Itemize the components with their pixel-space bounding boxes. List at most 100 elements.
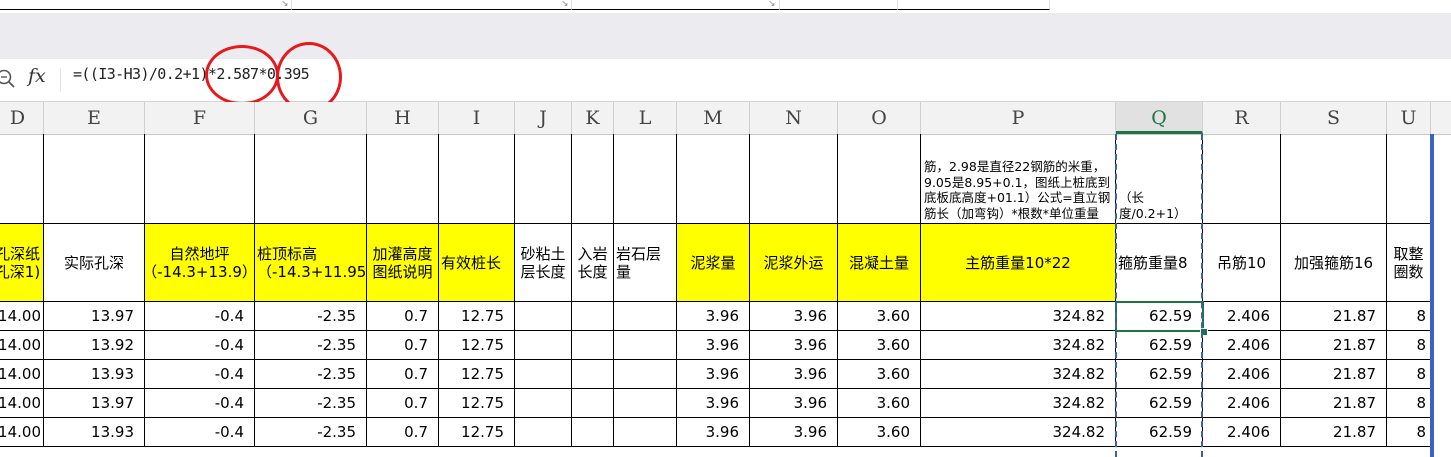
data-cell-n[interactable]: 3.96 bbox=[750, 331, 838, 360]
data-cell-e[interactable]: 13.93 bbox=[44, 360, 145, 389]
data-cell-q[interactable]: 62.59 bbox=[1116, 389, 1203, 418]
note-cell-g[interactable] bbox=[255, 134, 367, 224]
header-cell-k[interactable]: 入岩长度 bbox=[572, 224, 614, 302]
data-cell-u[interactable]: 8 bbox=[1387, 331, 1431, 360]
data-cell-g[interactable]: -2.35 bbox=[255, 302, 367, 331]
header-cell-g[interactable]: 桩顶标高（-14.3+11.95） bbox=[255, 224, 367, 302]
data-cell-k[interactable] bbox=[572, 331, 614, 360]
data-cell-o[interactable]: 3.60 bbox=[838, 418, 921, 447]
header-cell-m[interactable]: 泥浆量 bbox=[677, 224, 750, 302]
data-cell-e[interactable]: 13.92 bbox=[44, 331, 145, 360]
header-cell-h[interactable]: 加灌高度图纸说明 bbox=[367, 224, 439, 302]
data-cell-r[interactable]: 2.406 bbox=[1203, 418, 1281, 447]
data-cell-l[interactable] bbox=[614, 331, 677, 360]
data-cell-m[interactable]: 3.96 bbox=[677, 302, 750, 331]
data-cell-d[interactable]: 14.00 bbox=[0, 360, 44, 389]
data-cell-m[interactable]: 3.96 bbox=[677, 389, 750, 418]
note-cell-r[interactable] bbox=[1203, 134, 1281, 224]
note-cell-q[interactable]: （长度/0.2+1） bbox=[1116, 134, 1203, 224]
data-cell-e[interactable]: 13.97 bbox=[44, 302, 145, 331]
data-cell-n[interactable]: 3.96 bbox=[750, 302, 838, 331]
data-cell-f[interactable]: -0.4 bbox=[145, 331, 255, 360]
data-cell-j[interactable] bbox=[515, 389, 572, 418]
data-cell-f[interactable]: -0.4 bbox=[145, 389, 255, 418]
data-cell-h[interactable]: 0.7 bbox=[367, 418, 439, 447]
data-cell-g[interactable]: -2.35 bbox=[255, 418, 367, 447]
expand-arrow-icon[interactable]: ↘ bbox=[281, 0, 289, 9]
data-cell-m[interactable]: 3.96 bbox=[677, 360, 750, 389]
data-cell-e[interactable]: 13.97 bbox=[44, 389, 145, 418]
data-cell-f[interactable]: -0.4 bbox=[145, 360, 255, 389]
header-cell-f[interactable]: 自然地坪（-14.3+13.9） bbox=[145, 224, 255, 302]
data-cell-s[interactable]: 21.87 bbox=[1281, 389, 1387, 418]
note-cell-e[interactable] bbox=[44, 134, 145, 224]
header-cell-n[interactable]: 泥浆外运 bbox=[750, 224, 838, 302]
column-header-g[interactable]: G bbox=[255, 102, 367, 134]
header-cell-i[interactable]: 有效桩长 bbox=[439, 224, 515, 302]
note-cell-o[interactable] bbox=[838, 134, 921, 224]
column-header-i[interactable]: I bbox=[439, 102, 515, 134]
header-cell-s[interactable]: 加强箍筋16 bbox=[1281, 224, 1387, 302]
header-cell-d[interactable]: 孔深纸孔深1) bbox=[0, 224, 44, 302]
data-cell-d[interactable]: 14.00 bbox=[0, 331, 44, 360]
data-cell-h[interactable]: 0.7 bbox=[367, 360, 439, 389]
data-cell-l[interactable] bbox=[614, 418, 677, 447]
data-cell-u[interactable]: 8 bbox=[1387, 302, 1431, 331]
expand-arrow-icon[interactable]: ↘ bbox=[768, 0, 776, 9]
data-cell-s[interactable]: 21.87 bbox=[1281, 418, 1387, 447]
data-cell-p[interactable]: 324.82 bbox=[921, 302, 1116, 331]
header-cell-e[interactable]: 实际孔深 bbox=[44, 224, 145, 302]
fx-icon[interactable]: fx bbox=[28, 65, 46, 87]
data-cell-q[interactable]: 62.59 bbox=[1116, 418, 1203, 447]
note-cell-u[interactable] bbox=[1387, 134, 1431, 224]
note-cell-l[interactable] bbox=[614, 134, 677, 224]
data-cell-j[interactable] bbox=[515, 331, 572, 360]
column-header-h[interactable]: H bbox=[367, 102, 439, 134]
note-cell-s[interactable] bbox=[1281, 134, 1387, 224]
data-cell-h[interactable]: 0.7 bbox=[367, 389, 439, 418]
column-header-j[interactable]: J bbox=[515, 102, 572, 134]
data-cell-i[interactable]: 12.75 bbox=[439, 331, 515, 360]
note-cell-n[interactable] bbox=[750, 134, 838, 224]
data-cell-o[interactable]: 3.60 bbox=[838, 302, 921, 331]
data-cell-n[interactable]: 3.96 bbox=[750, 418, 838, 447]
header-cell-r[interactable]: 吊筋10 bbox=[1203, 224, 1281, 302]
data-cell-k[interactable] bbox=[572, 360, 614, 389]
data-cell-i[interactable]: 12.75 bbox=[439, 418, 515, 447]
data-cell-d[interactable]: 14.00 bbox=[0, 418, 44, 447]
data-cell-s[interactable]: 21.87 bbox=[1281, 302, 1387, 331]
data-cell-k[interactable] bbox=[572, 418, 614, 447]
data-cell-p[interactable]: 324.82 bbox=[921, 418, 1116, 447]
column-header-e[interactable]: E bbox=[44, 102, 145, 134]
data-cell-k[interactable] bbox=[572, 389, 614, 418]
data-cell-o[interactable]: 3.60 bbox=[838, 360, 921, 389]
header-cell-j[interactable]: 砂粘土层长度 bbox=[515, 224, 572, 302]
data-cell-l[interactable] bbox=[614, 302, 677, 331]
data-cell-s[interactable]: 21.87 bbox=[1281, 360, 1387, 389]
data-cell-r[interactable]: 2.406 bbox=[1203, 360, 1281, 389]
data-cell-o[interactable]: 3.60 bbox=[838, 331, 921, 360]
column-header-k[interactable]: K bbox=[572, 102, 614, 134]
header-cell-l[interactable]: 岩石层量 bbox=[614, 224, 677, 302]
data-cell-j[interactable] bbox=[515, 302, 572, 331]
data-cell-q[interactable]: 62.59 bbox=[1116, 360, 1203, 389]
data-cell-n[interactable]: 3.96 bbox=[750, 389, 838, 418]
data-cell-j[interactable] bbox=[515, 418, 572, 447]
header-cell-p[interactable]: 主筋重量10*22 bbox=[921, 224, 1116, 302]
column-header-o[interactable]: O bbox=[838, 102, 921, 134]
note-cell-f[interactable] bbox=[145, 134, 255, 224]
note-cell-m[interactable] bbox=[677, 134, 750, 224]
note-cell-d[interactable] bbox=[0, 134, 44, 224]
note-cell-i[interactable] bbox=[439, 134, 515, 224]
data-cell-r[interactable]: 2.406 bbox=[1203, 331, 1281, 360]
note-cell-p[interactable]: 筋，2.98是直径22钢筋的米重，9.05是8.95+0.1，图纸上桩底到底板底… bbox=[921, 134, 1116, 224]
data-cell-k[interactable] bbox=[572, 302, 614, 331]
data-cell-e[interactable]: 13.93 bbox=[44, 418, 145, 447]
note-cell-k[interactable] bbox=[572, 134, 614, 224]
data-cell-f[interactable]: -0.4 bbox=[145, 302, 255, 331]
note-cell-j[interactable] bbox=[515, 134, 572, 224]
data-cell-r[interactable]: 2.406 bbox=[1203, 302, 1281, 331]
column-header-n[interactable]: N bbox=[750, 102, 838, 134]
data-cell-d[interactable]: 14.00 bbox=[0, 389, 44, 418]
header-cell-q[interactable]: 箍筋重量8 bbox=[1116, 224, 1203, 302]
